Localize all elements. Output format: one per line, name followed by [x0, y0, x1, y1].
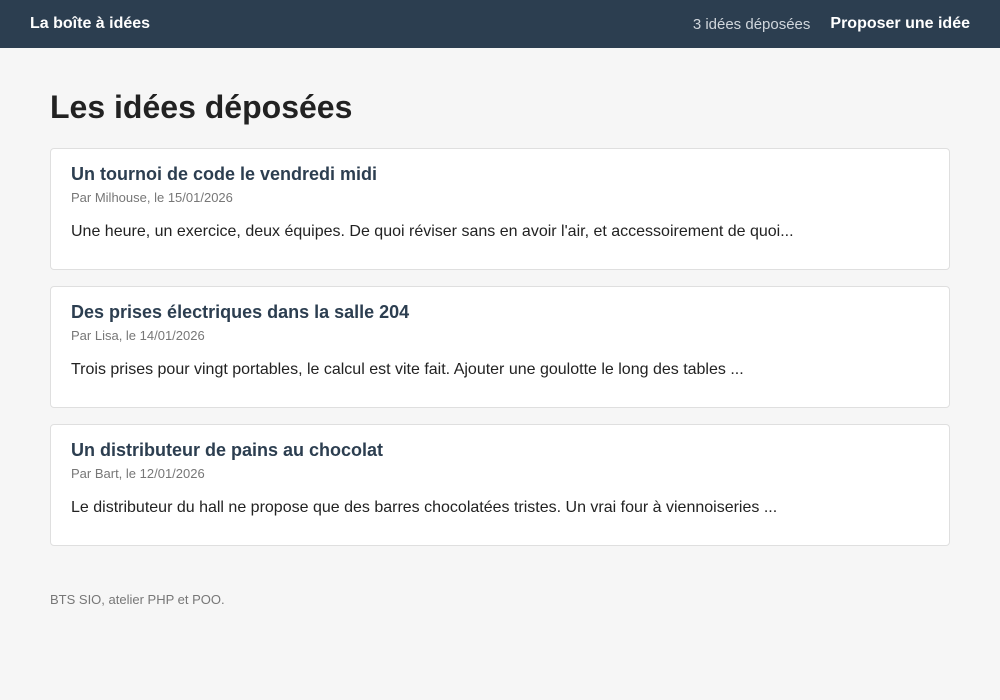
page-title: Les idées déposées: [50, 89, 353, 125]
brand-link[interactable]: La boîte à idées: [30, 15, 150, 33]
idea-card: Des prises électriques dans la salle 204…: [50, 286, 950, 408]
idea-excerpt: Une heure, un exercice, deux équipes. De…: [71, 223, 794, 240]
idea-card: Un distributeur de pains au chocolat Par…: [50, 424, 950, 546]
propose-idea-link[interactable]: Proposer une idée: [830, 15, 970, 33]
page-footer: BTS SIO, atelier PHP et POO.: [0, 592, 1000, 607]
idea-title-link[interactable]: Un tournoi de code le vendredi midi: [71, 163, 929, 185]
main-content: Les idées déposées Un tournoi de code le…: [0, 87, 1000, 546]
idea-excerpt: Le distributeur du hall ne propose que d…: [71, 499, 778, 516]
top-navbar: La boîte à idées 3 idées déposées Propos…: [0, 0, 1000, 48]
idea-card: Un tournoi de code le vendredi midi Par …: [50, 148, 950, 270]
footer-text: BTS SIO, atelier PHP et POO.: [50, 592, 225, 607]
idea-count: 3 idées déposées: [692, 15, 811, 33]
idea-meta: Par Bart, le 12/01/2026: [71, 466, 205, 481]
idea-meta: Par Milhouse, le 15/01/2026: [71, 190, 233, 205]
idea-excerpt: Trois prises pour vingt portables, le ca…: [71, 361, 744, 378]
idea-title-link[interactable]: Un distributeur de pains au chocolat: [71, 439, 929, 461]
idea-title-link[interactable]: Des prises électriques dans la salle 204: [71, 301, 929, 323]
idea-meta: Par Lisa, le 14/01/2026: [71, 328, 205, 343]
navbar-right: 3 idées déposées Proposer une idée: [693, 15, 970, 33]
